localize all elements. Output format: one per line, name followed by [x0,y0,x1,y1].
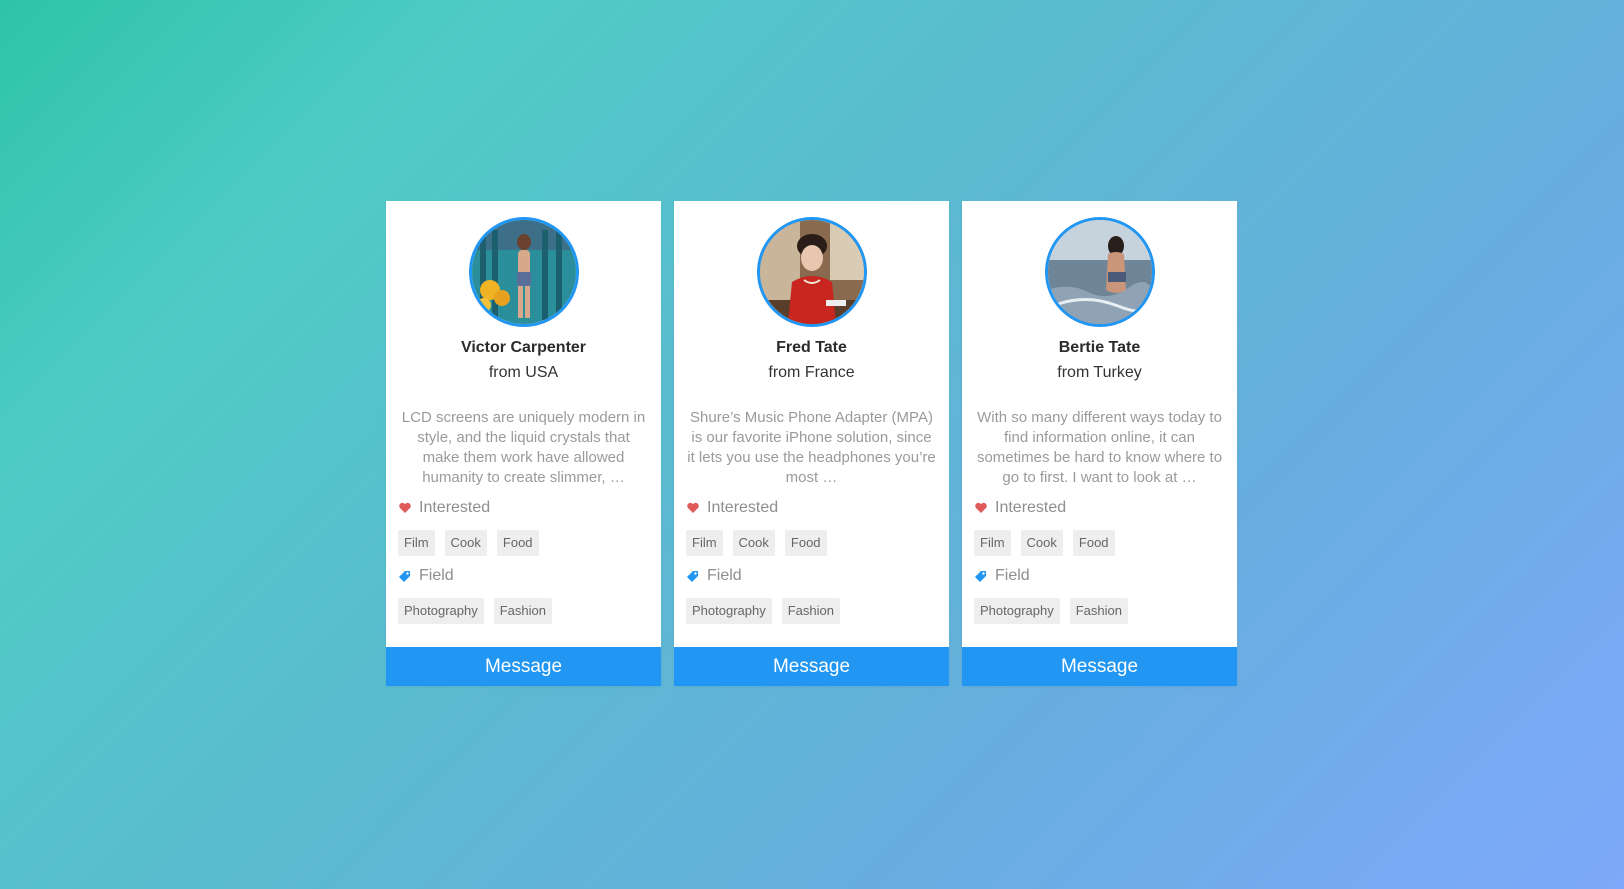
field-section-label: Field [398,567,454,585]
tag-icon [398,569,412,583]
heart-icon [686,501,700,515]
interest-tags: Film Cook Food [686,530,827,556]
field-tags: Photography Fashion [398,598,552,624]
field-tags: Photography Fashion [686,598,840,624]
field-tags: Photography Fashion [974,598,1128,624]
profile-name: Victor Carpenter [460,339,587,356]
field-tag[interactable]: Photography [686,598,772,624]
field-tag[interactable]: Fashion [781,598,840,624]
message-button[interactable]: Message [386,647,661,686]
interest-tag[interactable]: Film [398,530,435,556]
profile-origin: from Turkey [1057,364,1142,381]
avatar[interactable] [469,217,579,327]
field-tag[interactable]: Fashion [493,598,552,624]
tag-icon [686,569,700,583]
message-button[interactable]: Message [962,647,1237,686]
tag-icon [974,569,988,583]
profile-card: Bertie Tate from Turkey With so many dif… [962,201,1237,686]
field-tag[interactable]: Photography [398,598,484,624]
interested-section-label: Interested [398,499,490,517]
interested-label: Interested [995,499,1067,516]
field-tag[interactable]: Fashion [1069,598,1128,624]
profile-name: Fred Tate [776,339,847,356]
profile-card: Fred Tate from France Shure’s Music Phon… [674,201,949,686]
profile-bio: LCD screens are uniquely modern in style… [401,409,646,486]
field-label: Field [419,567,454,584]
field-section-label: Field [974,567,1030,585]
interest-tag[interactable]: Film [974,530,1011,556]
interest-tag[interactable]: Food [1072,530,1115,556]
avatar-image [1048,220,1152,324]
field-label: Field [707,567,742,584]
interest-tag[interactable]: Food [496,530,539,556]
profile-bio: Shure’s Music Phone Adapter (MPA) is our… [687,409,936,486]
interest-tag[interactable]: Cook [732,530,775,556]
avatar-image [472,220,576,324]
profile-card: Victor Carpenter from USA LCD screens ar… [386,201,661,686]
avatar[interactable] [1045,217,1155,327]
field-section-label: Field [686,567,742,585]
interest-tag[interactable]: Food [784,530,827,556]
interested-label: Interested [707,499,779,516]
profile-origin: from USA [488,364,559,381]
interested-section-label: Interested [686,499,778,517]
profile-cards: Victor Carpenter from USA LCD screens ar… [386,201,1237,686]
heart-icon [974,501,988,515]
field-label: Field [995,567,1030,584]
heart-icon [398,501,412,515]
profile-bio: With so many different ways today to fin… [976,409,1223,486]
profile-origin: from France [768,364,855,381]
profile-name: Bertie Tate [1058,339,1141,356]
avatar-image [760,220,864,324]
interest-tags: Film Cook Food [974,530,1115,556]
interest-tag[interactable]: Cook [444,530,487,556]
interested-section-label: Interested [974,499,1066,517]
message-button[interactable]: Message [674,647,949,686]
avatar[interactable] [757,217,867,327]
interest-tags: Film Cook Food [398,530,539,556]
interested-label: Interested [419,499,491,516]
interest-tag[interactable]: Film [686,530,723,556]
field-tag[interactable]: Photography [974,598,1060,624]
interest-tag[interactable]: Cook [1020,530,1063,556]
